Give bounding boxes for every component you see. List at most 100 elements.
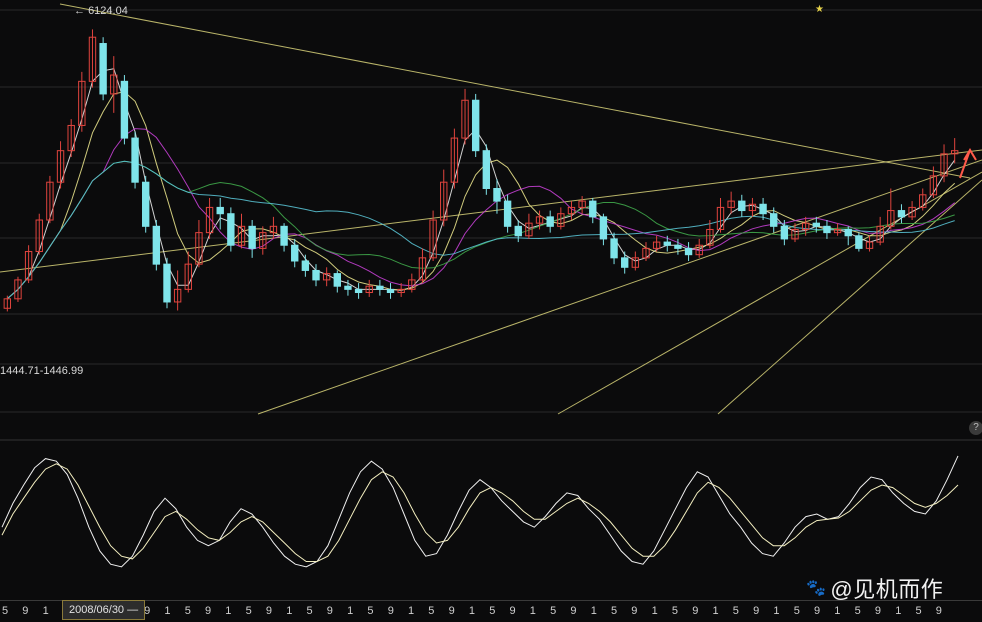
trendline: [257, 159, 982, 415]
candle: [142, 175, 150, 233]
candle-body: [248, 225, 256, 249]
axis-tick-label: 1: [408, 605, 415, 617]
axis-tick-label: 9: [265, 605, 273, 617]
axis-tick-label: 1: [468, 605, 476, 617]
axis-tick-label: 5: [854, 605, 861, 617]
candle: [450, 128, 459, 189]
candle-body: [301, 260, 310, 271]
candle: [578, 196, 586, 214]
axis-tick-label: 9: [692, 605, 699, 617]
candle-body: [493, 188, 501, 202]
candlestick-chart[interactable]: [0, 0, 982, 621]
ma-line-3: [6, 68, 956, 300]
low-price-label: 1444.71-1446.99: [0, 365, 83, 377]
candle: [621, 251, 629, 274]
up-arrow-marker: [959, 148, 977, 179]
candle-body: [216, 206, 224, 215]
axis-tick-label: 9: [448, 605, 455, 617]
candle: [471, 93, 480, 157]
current-date-box[interactable]: 2008/06/30 —: [62, 600, 146, 620]
kdj-k-line: [1, 455, 959, 568]
candle-body: [120, 80, 129, 139]
candle-body: [759, 203, 767, 215]
axis-tick-label: 9: [753, 605, 760, 617]
candle-body: [599, 216, 608, 240]
low-price-value: 1444.71-1446.99: [0, 365, 84, 377]
axis-tick-label: 1: [529, 605, 536, 617]
candle: [216, 197, 224, 230]
candle: [748, 197, 757, 217]
candle: [248, 220, 256, 258]
candle: [408, 273, 416, 293]
axis-tick-label: 9: [935, 605, 942, 617]
candle: [897, 204, 906, 224]
axis-tick-label: 9: [205, 605, 212, 617]
axis-tick-label: 9: [509, 605, 516, 617]
kdj-indicator-panel: [1, 455, 959, 568]
axis-tick-label: 1: [590, 605, 597, 617]
axis-tick-label: 5: [611, 605, 618, 617]
candle: [833, 223, 842, 236]
candle-body: [163, 263, 171, 303]
candle: [120, 75, 129, 145]
arrow-up-icon: [959, 148, 977, 179]
peak-price-value: 6124.04: [88, 5, 128, 17]
candle-body: [280, 225, 288, 246]
star-icon: ★: [815, 4, 824, 15]
help-button[interactable]: ?: [969, 421, 982, 435]
candle: [631, 251, 640, 271]
trendline: [59, 3, 971, 179]
axis-tick-label: 1: [712, 605, 719, 617]
axis-tick-label: 9: [22, 605, 29, 617]
axis-tick-label: 9: [387, 605, 394, 617]
candle-body: [738, 200, 746, 212]
candle-body: [152, 225, 161, 265]
candle: [642, 242, 650, 261]
candle: [482, 144, 491, 195]
candle-body: [589, 200, 597, 218]
axis-tick-label: 1: [834, 605, 841, 617]
candle: [46, 175, 54, 224]
axis-tick-label: 5: [184, 605, 191, 617]
axis-tick-label: 5: [550, 605, 557, 617]
candle: [354, 283, 363, 299]
candle: [110, 56, 118, 113]
axis-tick-label: 1: [773, 605, 780, 617]
candle-body: [344, 285, 352, 290]
candle: [131, 131, 139, 189]
candle: [440, 169, 448, 227]
candle: [227, 207, 235, 252]
candle: [35, 213, 43, 255]
axis-tick-label: 9: [874, 605, 882, 617]
axis-tick-label: 5: [306, 605, 313, 617]
axis-tick-label: 5: [671, 605, 679, 617]
axis-tick-label: 9: [326, 605, 333, 617]
candle-body: [621, 257, 629, 268]
ma-line-10: [6, 128, 956, 300]
kdj-d-line: [1, 463, 959, 562]
axis-tick-label: 1: [42, 605, 49, 617]
candle: [301, 254, 310, 277]
axis-tick-label: 9: [814, 605, 821, 617]
candle-body: [503, 200, 512, 227]
candle-body: [897, 210, 906, 218]
candle: [855, 232, 863, 252]
candle-body: [684, 247, 693, 256]
candle-body: [333, 273, 341, 287]
candle: [950, 138, 959, 164]
watermark-text: @见机而作: [830, 577, 944, 602]
candle-body: [610, 238, 618, 259]
peak-price-label: ← 6124.04: [74, 5, 128, 17]
candle-body: [291, 244, 299, 262]
candle-body: [780, 225, 789, 240]
axis-tick-label: 1: [895, 605, 902, 617]
candle: [461, 88, 469, 145]
candle-body: [99, 43, 107, 95]
candle-body: [386, 288, 395, 294]
candle: [376, 279, 384, 296]
candle: [333, 270, 341, 293]
axis-tick-label: 9: [570, 605, 577, 617]
candle-body: [142, 181, 150, 227]
axis-tick-label: 5: [489, 605, 496, 617]
candle: [291, 238, 299, 268]
